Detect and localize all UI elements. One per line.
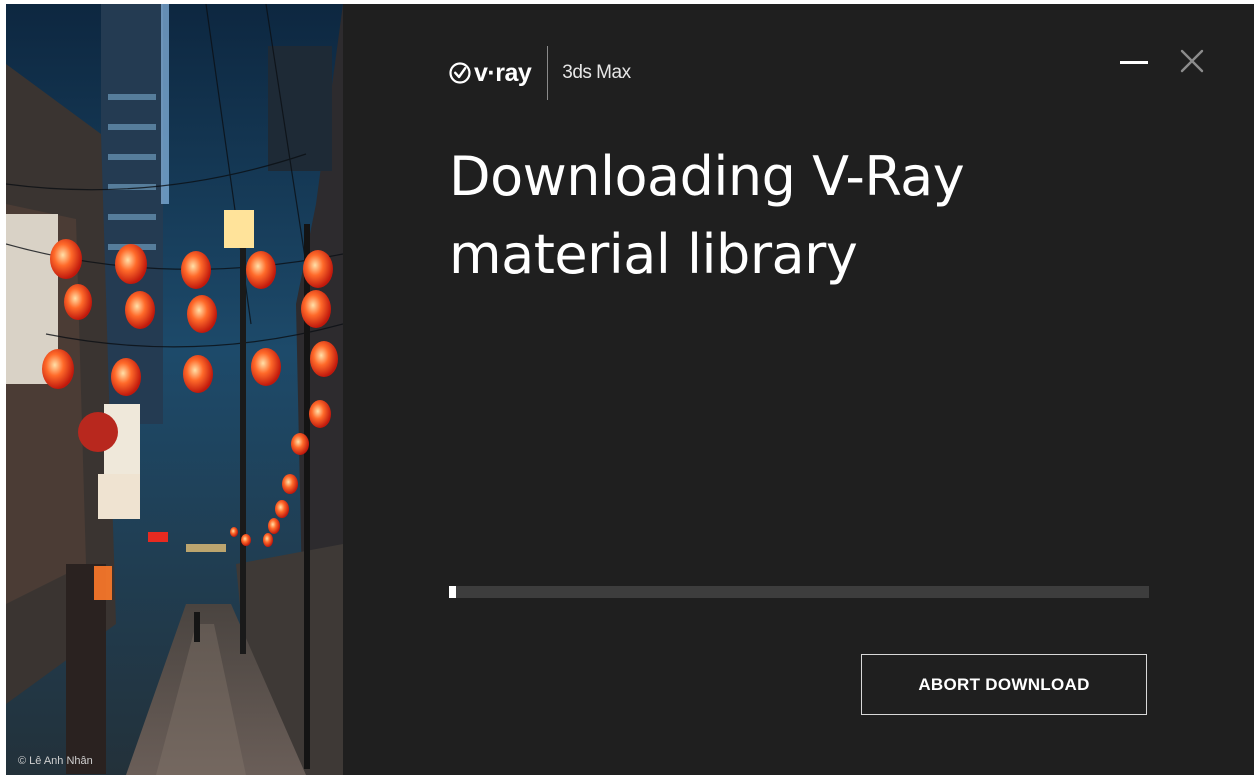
title-line-1: Downloading V-Ray	[449, 145, 965, 208]
page-title: Downloading V-Ray material library	[449, 138, 1049, 294]
minimize-button[interactable]	[1118, 52, 1152, 76]
main-panel: v·ray 3ds Max Downloading V-Ray material…	[343, 4, 1254, 775]
installer-window: © Lê Anh Nhân v·ray 3ds Max Downloading …	[6, 4, 1254, 775]
side-photo-art	[6, 4, 343, 775]
minimize-icon	[1120, 61, 1148, 64]
vray-logo: v·ray	[449, 58, 532, 88]
logo-divider	[547, 46, 549, 100]
vray-wordmark: v·ray	[474, 58, 532, 87]
close-icon	[1180, 49, 1204, 73]
download-progress-bar	[449, 586, 1149, 598]
close-button[interactable]	[1177, 46, 1207, 76]
title-line-2: material library	[449, 223, 858, 286]
side-photo: © Lê Anh Nhân	[6, 4, 343, 775]
abort-download-button[interactable]: ABORT DOWNLOAD	[861, 654, 1147, 715]
vray-check-icon	[449, 62, 471, 84]
photo-credit: © Lê Anh Nhân	[18, 755, 93, 767]
download-progress-fill	[449, 586, 456, 598]
product-name: 3ds Max	[562, 62, 631, 83]
product-logo: v·ray 3ds Max	[449, 46, 631, 100]
